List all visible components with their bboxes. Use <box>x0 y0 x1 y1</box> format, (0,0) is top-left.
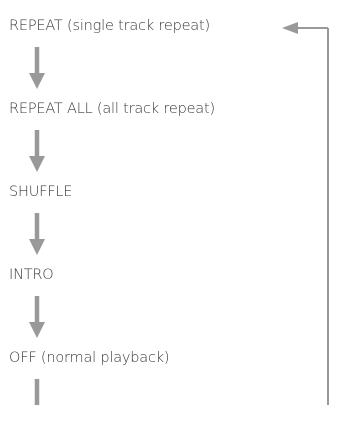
down-arrow-3 <box>29 213 45 255</box>
loop-back-arrow <box>282 22 329 405</box>
down-arrow-2 <box>29 130 45 172</box>
down-arrow-1 <box>29 47 45 89</box>
flow-arrows <box>29 22 329 405</box>
repeat-mode-cycle-diagram: REPEAT (single track repeat) REPEAT ALL … <box>0 0 345 430</box>
down-arrow-4 <box>29 296 45 338</box>
